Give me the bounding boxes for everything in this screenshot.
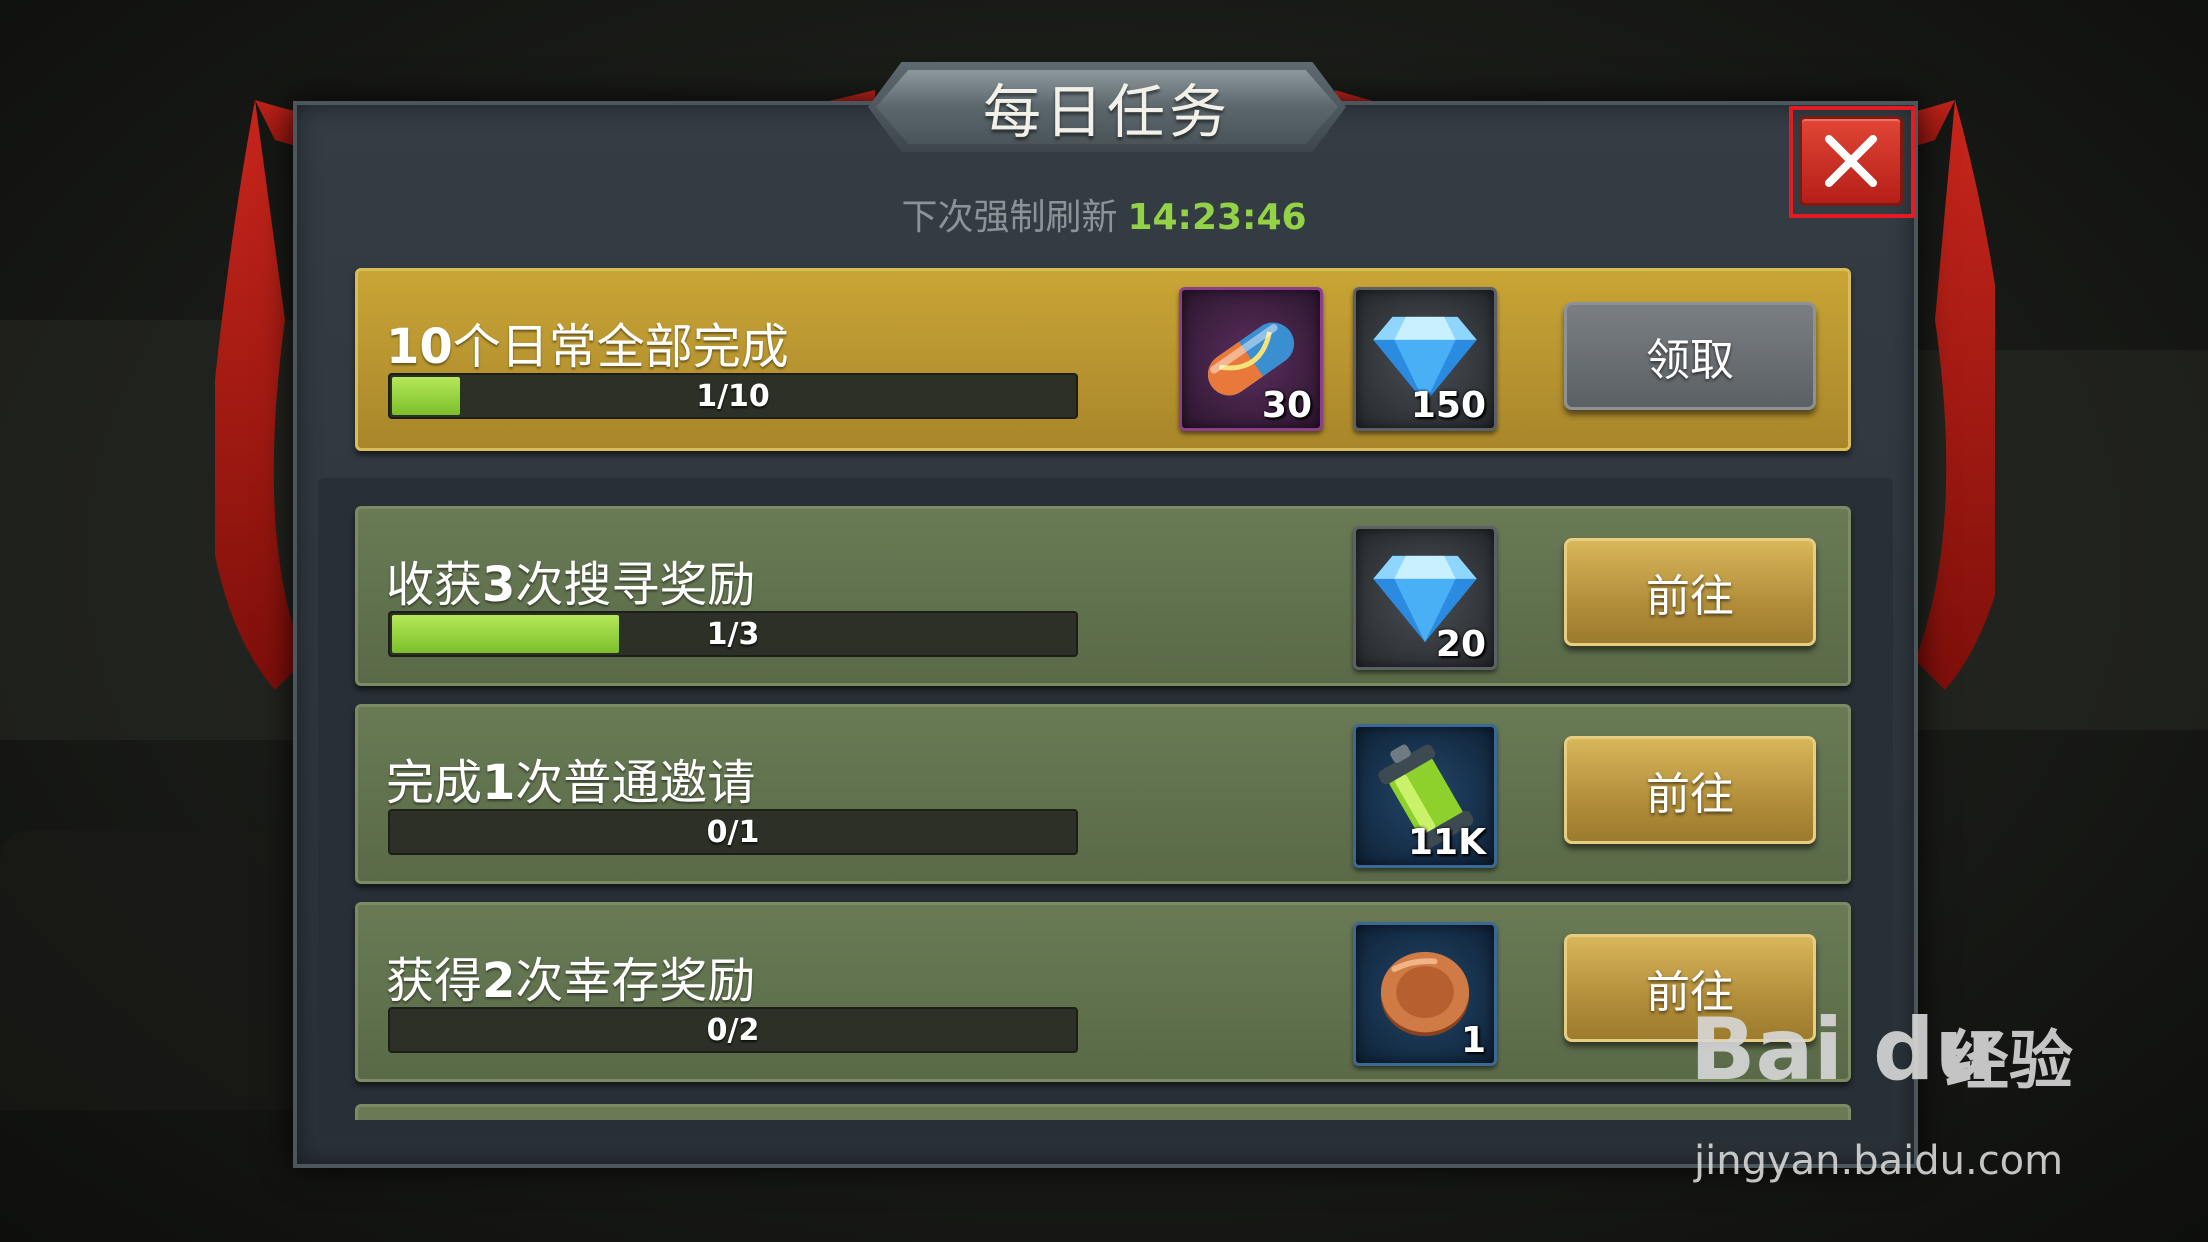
background-building (0, 320, 300, 740)
task-title: 收获3次搜寻奖励 (386, 557, 756, 613)
close-button[interactable] (1799, 116, 1903, 206)
next-task-row-peek (355, 1104, 1851, 1120)
go-button[interactable]: 前往 (1564, 736, 1816, 844)
progress-text: 0/1 (706, 814, 760, 850)
reward-copper-coin[interactable]: 1 (1353, 922, 1497, 1066)
refresh-label: 下次强制刷新 (901, 197, 1118, 238)
baidu-jingyan-watermark: Bai du 经验 jingyan.baidu.com (1690, 1000, 2110, 1200)
reward-diamond[interactable]: 20 (1353, 526, 1497, 670)
progress-text: 1/3 (706, 616, 760, 652)
task-row-search-rewards: 收获3次搜寻奖励 1/3 20 前往 (355, 506, 1851, 686)
reward-diamond[interactable]: 150 (1353, 287, 1497, 431)
claim-button[interactable]: 领取 (1564, 302, 1816, 410)
progress-text: 0/2 (706, 1012, 760, 1048)
refresh-time: 14:23:46 (1127, 197, 1307, 238)
task-title: 10个日常全部完成 (386, 319, 789, 375)
close-icon (1825, 135, 1877, 187)
watermark-url: jingyan.baidu.com (1694, 1138, 2064, 1184)
task-row-all-daily: 10个日常全部完成 1/10 30 150 领取 (355, 268, 1851, 451)
task-title: 获得2次幸存奖励 (386, 953, 756, 1009)
reward-fuel-canister[interactable]: 11K (1353, 724, 1497, 868)
reward-quantity: 30 (1261, 385, 1312, 426)
background-wall (1900, 350, 2208, 730)
task-row-survival-rewards: 获得2次幸存奖励 0/2 1 前往 (355, 902, 1851, 1082)
task-row-invite: 完成1次普通邀请 0/1 11K 前往 (355, 704, 1851, 884)
reward-quantity: 1 (1460, 1020, 1486, 1061)
task-title: 完成1次普通邀请 (386, 755, 756, 811)
task-progress-bar: 1/3 (388, 611, 1078, 657)
task-progress-bar: 1/10 (388, 373, 1078, 419)
reward-quantity: 150 (1410, 385, 1486, 426)
progress-text: 1/10 (696, 378, 770, 414)
task-progress-bar: 0/1 (388, 809, 1078, 855)
dialog-title: 每日任务 (982, 78, 1231, 146)
title-plate-face: 每日任务 (876, 70, 1338, 144)
task-progress-bar: 0/2 (388, 1007, 1078, 1053)
reward-quantity: 11K (1408, 822, 1486, 863)
reward-quantity: 20 (1435, 624, 1486, 665)
watermark-brand: 经验 (1945, 1025, 2073, 1099)
reward-serum-capsule[interactable]: 30 (1179, 287, 1323, 431)
go-button[interactable]: 前往 (1564, 538, 1816, 646)
